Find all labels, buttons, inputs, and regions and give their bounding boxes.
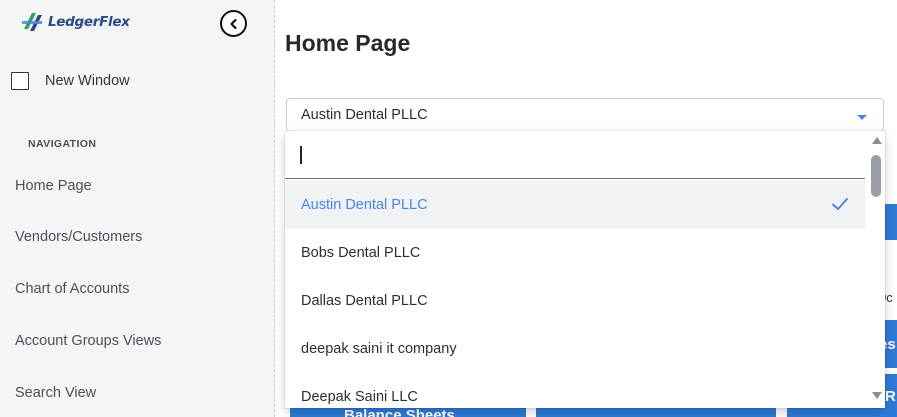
scroll-up-arrow-icon[interactable] xyxy=(872,137,882,144)
nav-heading: NAVIGATION xyxy=(28,138,97,150)
sidebar-item-vendors-customers[interactable]: Vendors/Customers xyxy=(15,229,142,245)
logo-text: LedgerFlex xyxy=(48,14,130,30)
sidebar: LedgerFlex New Window NAVIGATION Home Pa… xyxy=(0,0,275,417)
company-dropdown: Austin Dental PLLC Bobs Dental PLLC Dall… xyxy=(285,131,885,408)
dropdown-search-input[interactable] xyxy=(285,131,865,178)
balance-sheets-label: Balance Sheets xyxy=(344,407,455,417)
chevron-left-icon xyxy=(229,18,237,29)
collapse-sidebar-button[interactable] xyxy=(220,10,247,37)
new-window-label: New Window xyxy=(45,73,130,89)
ledgerflex-logo-icon xyxy=(22,13,42,31)
option-label: deepak saini it company xyxy=(301,341,457,357)
scroll-down-arrow-icon[interactable] xyxy=(872,392,882,399)
dropdown-search[interactable] xyxy=(285,131,865,179)
scrollbar-thumb[interactable] xyxy=(871,155,881,197)
sidebar-item-home-page[interactable]: Home Page xyxy=(15,178,92,194)
option-deepak-saini-llc[interactable]: Deepak Saini LLC xyxy=(285,373,865,408)
caret-down-icon xyxy=(857,115,867,120)
checkmark-icon xyxy=(832,198,848,210)
company-select-value: Austin Dental PLLC xyxy=(301,107,428,123)
option-deepak-saini-it-company[interactable]: deepak saini it company xyxy=(285,325,865,373)
option-bobs-dental-pllc[interactable]: Bobs Dental PLLC xyxy=(285,229,865,277)
option-dallas-dental-pllc[interactable]: Dallas Dental PLLC xyxy=(285,277,865,325)
company-select[interactable]: Austin Dental PLLC xyxy=(286,98,884,132)
logo: LedgerFlex xyxy=(20,8,130,36)
option-label: Deepak Saini LLC xyxy=(301,389,418,405)
dropdown-scrollbar[interactable] xyxy=(868,131,885,408)
background-right-button-3-label: R xyxy=(885,388,896,405)
new-window-checkbox[interactable] xyxy=(11,72,29,90)
sidebar-item-search-view[interactable]: Search View xyxy=(15,385,96,401)
sidebar-item-account-groups-views[interactable]: Account Groups Views xyxy=(15,333,161,349)
option-austin-dental-pllc[interactable]: Austin Dental PLLC xyxy=(285,181,865,229)
option-label: Austin Dental PLLC xyxy=(301,197,428,213)
option-label: Bobs Dental PLLC xyxy=(301,245,421,261)
page-title: Home Page xyxy=(285,30,411,56)
sidebar-item-chart-of-accounts[interactable]: Chart of Accounts xyxy=(15,281,129,297)
option-label: Dallas Dental PLLC xyxy=(301,293,428,309)
text-cursor xyxy=(300,146,302,164)
new-window-toggle[interactable]: New Window xyxy=(11,72,130,90)
